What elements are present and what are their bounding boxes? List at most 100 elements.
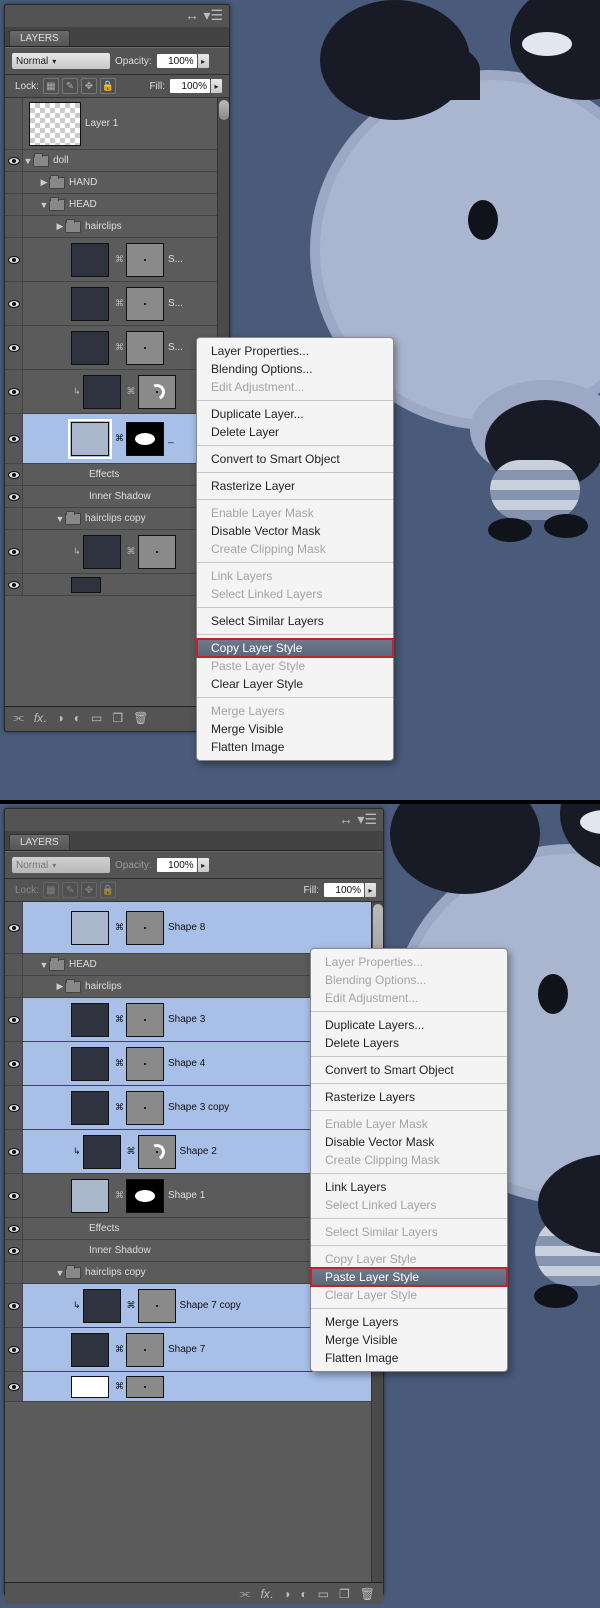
layer-name[interactable]: doll	[53, 155, 69, 166]
layer-name[interactable]: hairclips copy	[85, 513, 146, 524]
layer-thumb[interactable]	[71, 577, 101, 593]
mask-thumb[interactable]	[126, 422, 164, 456]
layer-name[interactable]: Shape 7 copy	[180, 1300, 241, 1311]
disclosure-icon[interactable]: ▼	[39, 200, 49, 210]
menu-item-merge-visible[interactable]: Merge Visible	[197, 720, 393, 738]
layers-tab[interactable]: LAYERS	[9, 834, 70, 850]
menu-item-layer-properties[interactable]: Layer Properties...	[197, 342, 393, 360]
disclosure-icon[interactable]: ▶	[39, 177, 49, 188]
menu-item-copy-layer-style[interactable]: Copy Layer Style	[197, 639, 393, 657]
mask-icon[interactable]: ◑	[57, 711, 64, 725]
layer-name[interactable]: Shape 8	[168, 922, 205, 933]
group-row-hairclips[interactable]: ▶ hairclips	[5, 216, 229, 238]
visibility-toggle[interactable]	[5, 1130, 23, 1173]
layer-row[interactable]: ⌘ S...	[5, 282, 229, 326]
visibility-toggle[interactable]	[5, 370, 23, 413]
visibility-toggle[interactable]	[5, 414, 23, 463]
visibility-toggle[interactable]	[5, 1328, 23, 1371]
menu-item-duplicate-layers[interactable]: Duplicate Layers...	[311, 1016, 507, 1034]
menu-item-clear-layer-style[interactable]: Clear Layer Style	[197, 675, 393, 693]
visibility-toggle[interactable]	[5, 1284, 23, 1327]
visibility-toggle[interactable]	[5, 326, 23, 369]
layer-thumb[interactable]	[29, 102, 81, 146]
layer-thumb[interactable]	[71, 243, 109, 277]
menu-item-disable-vector-mask[interactable]: Disable Vector Mask	[311, 1133, 507, 1151]
mask-thumb[interactable]	[126, 1376, 164, 1398]
visibility-toggle[interactable]	[5, 954, 23, 975]
mask-thumb[interactable]	[126, 1047, 164, 1081]
visibility-toggle[interactable]	[5, 150, 23, 171]
lock-transparency-icon[interactable]: ▦	[43, 78, 59, 94]
visibility-toggle[interactable]	[5, 464, 23, 485]
opacity-input[interactable]: 100%	[156, 857, 198, 873]
visibility-toggle[interactable]	[5, 1218, 23, 1239]
menu-item-rasterize-layer[interactable]: Rasterize Layer	[197, 477, 393, 495]
adjustment-icon[interactable]: ◐	[74, 711, 81, 725]
visibility-toggle[interactable]	[5, 976, 23, 997]
menu-item-paste-layer-style[interactable]: Paste Layer Style	[311, 1268, 507, 1286]
mask-thumb[interactable]	[126, 331, 164, 365]
delete-icon[interactable]: 🗑	[133, 711, 148, 725]
collapse-icon[interactable]: ↔	[185, 7, 199, 23]
layer-name[interactable]: Shape 7	[168, 1344, 205, 1355]
layer-row[interactable]: Layer 1	[5, 98, 229, 150]
visibility-toggle[interactable]	[5, 1086, 23, 1129]
menu-item-merge-layers[interactable]: Merge Layers	[311, 1313, 507, 1331]
visibility-toggle[interactable]	[5, 1240, 23, 1261]
visibility-toggle[interactable]	[5, 172, 23, 193]
layer-thumb[interactable]	[83, 375, 121, 409]
fill-dropdown[interactable]: ▸	[211, 78, 223, 94]
fx-icon[interactable]: fx.	[34, 711, 47, 725]
visibility-toggle[interactable]	[5, 216, 23, 237]
visibility-toggle[interactable]	[5, 508, 23, 529]
fill-dropdown[interactable]: ▸	[365, 882, 377, 898]
panel-menu-icon[interactable]: ▾☰	[357, 811, 377, 827]
collapse-icon[interactable]: ↔	[339, 811, 353, 827]
layer-thumb[interactable]	[83, 1289, 121, 1323]
layer-row-selected[interactable]: ⌘ Shape 8	[5, 902, 383, 954]
menu-item-delete-layer[interactable]: Delete Layer	[197, 423, 393, 441]
effect-name[interactable]: Inner Shadow	[89, 491, 151, 502]
menu-item-flatten-image[interactable]: Flatten Image	[311, 1349, 507, 1367]
mask-thumb[interactable]	[138, 375, 176, 409]
panel-menu-icon[interactable]: ▾☰	[203, 7, 223, 23]
opacity-dropdown[interactable]: ▸	[198, 53, 210, 69]
new-layer-icon[interactable]: ❐	[112, 711, 123, 725]
layer-thumb[interactable]	[71, 287, 109, 321]
layer-name[interactable]: hairclips copy	[85, 1267, 146, 1278]
mask-thumb[interactable]	[126, 243, 164, 277]
mask-thumb[interactable]	[126, 1179, 164, 1213]
mask-thumb[interactable]	[126, 911, 164, 945]
menu-item-duplicate-layer[interactable]: Duplicate Layer...	[197, 405, 393, 423]
layer-name[interactable]: Shape 3	[168, 1014, 205, 1025]
menu-item-flatten-image[interactable]: Flatten Image	[197, 738, 393, 756]
layer-name[interactable]: Shape 1	[168, 1190, 205, 1201]
layer-name[interactable]: hairclips	[85, 981, 122, 992]
layer-thumb[interactable]	[71, 911, 109, 945]
disclosure-icon[interactable]: ▼	[39, 960, 49, 970]
layer-row[interactable]: ⌘ S...	[5, 238, 229, 282]
layer-name[interactable]: Shape 3 copy	[168, 1102, 229, 1113]
group-row-hand[interactable]: ▶ HAND	[5, 172, 229, 194]
menu-item-convert-smart[interactable]: Convert to Smart Object	[311, 1061, 507, 1079]
layer-thumb[interactable]	[71, 1179, 109, 1213]
fill-input[interactable]: 100%	[323, 882, 365, 898]
mask-thumb[interactable]	[138, 1135, 176, 1169]
visibility-toggle[interactable]	[5, 574, 23, 595]
visibility-toggle[interactable]	[5, 530, 23, 573]
layer-name[interactable]: hairclips	[85, 221, 122, 232]
layer-thumb[interactable]	[71, 422, 109, 456]
lock-position-icon[interactable]: ✥	[81, 78, 97, 94]
layer-thumb[interactable]	[71, 1047, 109, 1081]
panel-handle[interactable]: ↔ ▾☰	[5, 5, 229, 27]
layer-name[interactable]: HEAD	[69, 959, 97, 970]
visibility-toggle[interactable]	[5, 1042, 23, 1085]
visibility-toggle[interactable]	[5, 1372, 23, 1401]
visibility-toggle[interactable]	[5, 238, 23, 281]
layer-name[interactable]: S...	[168, 254, 183, 265]
fx-icon[interactable]: fx.	[260, 1587, 273, 1601]
visibility-toggle[interactable]	[5, 998, 23, 1041]
layer-thumb[interactable]	[71, 331, 109, 365]
link-layers-icon[interactable]: ⫘	[13, 710, 24, 725]
layer-name[interactable]: Shape 2	[180, 1146, 217, 1157]
